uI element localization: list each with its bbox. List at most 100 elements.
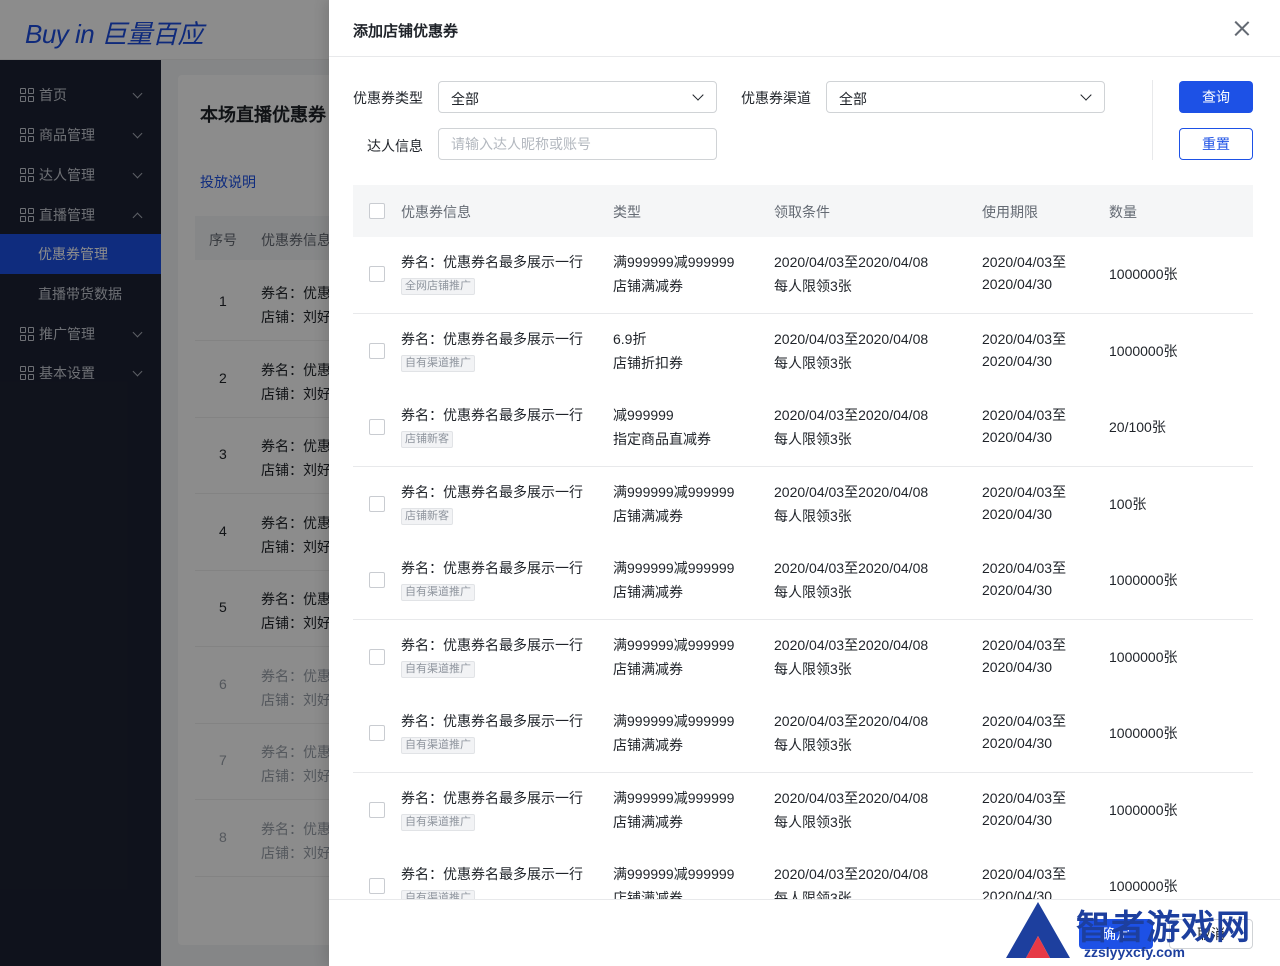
claim-limit: 每人限领3张 xyxy=(774,354,852,371)
coupon-type-value: 满999999减999999 xyxy=(613,789,735,806)
row-checkbox[interactable] xyxy=(369,495,385,512)
table-row[interactable]: 券名：优惠券名最多展示一行 自有渠道推广 6.9折 店铺折扣券 2020/04/03至2… xyxy=(353,313,1253,391)
coupon-tag-wrap: 店铺新客 xyxy=(401,505,453,525)
add-coupon-drawer: 添加店铺优惠券 优惠券类型 全部 优惠券渠道 全部 达人信息 查询 重置 优惠券… xyxy=(329,0,1280,966)
channel-tag: 自有渠道推广 xyxy=(401,737,475,754)
valid-from: 2020/04/03至 xyxy=(982,560,1067,576)
table-row[interactable]: 券名：优惠券名最多展示一行 全网店铺推广 满999999减999999 店铺满减券 20… xyxy=(353,237,1253,314)
coupon-tag-wrap: 自有渠道推广 xyxy=(401,658,475,678)
row-checkbox[interactable] xyxy=(369,342,385,359)
claim-limit: 每人限领3张 xyxy=(774,890,852,899)
channel-tag: 自有渠道推广 xyxy=(401,354,475,372)
claim-period: 2020/04/03至2020/04/08 xyxy=(774,636,929,653)
drawer-header: 添加店铺优惠券 xyxy=(329,0,1280,57)
valid-to: 2020/04/30 xyxy=(982,276,1053,292)
claim-period: 2020/04/03至2020/04/08 xyxy=(774,254,929,270)
table-row[interactable]: 券名：优惠券名最多展示一行 店铺新客 减999999 指定商品直减券 2020/04/0… xyxy=(353,390,1253,467)
coupon-type-select[interactable]: 全部 xyxy=(438,81,717,113)
quantity: 1000000张 xyxy=(1109,266,1178,282)
coupon-tag-wrap: 自有渠道推广 xyxy=(401,811,475,831)
row-checkbox[interactable] xyxy=(369,419,385,435)
claim-period: 2020/04/03至2020/04/08 xyxy=(774,483,929,500)
select-value: 全部 xyxy=(451,91,479,107)
claim-period: 2020/04/03至2020/04/08 xyxy=(774,866,929,882)
channel-tag: 自有渠道推广 xyxy=(401,890,475,899)
coupon-type-value: 满999999减999999 xyxy=(613,483,735,500)
quantity: 1000000张 xyxy=(1109,572,1178,588)
valid-from: 2020/04/03至 xyxy=(982,407,1067,423)
coupon-name: 券名：优惠券名最多展示一行 xyxy=(401,789,583,806)
coupon-tag-wrap: 全网店铺推广 xyxy=(401,275,475,295)
cancel-button[interactable]: 取消 xyxy=(1169,919,1253,949)
row-checkbox[interactable] xyxy=(369,725,385,741)
reset-button[interactable]: 重置 xyxy=(1179,128,1253,160)
coupon-type-name: 店铺满减券 xyxy=(613,584,683,600)
claim-period: 2020/04/03至2020/04/08 xyxy=(774,789,929,806)
row-checkbox[interactable] xyxy=(369,266,385,282)
table-row[interactable]: 券名：优惠券名最多展示一行自有渠道推广 满999999减999999 店铺满减券 20… xyxy=(353,849,1253,899)
drawer-title: 添加店铺优惠券 xyxy=(353,23,459,40)
row-checkbox[interactable] xyxy=(369,572,385,588)
modal-overlay[interactable] xyxy=(0,0,329,966)
coupon-type-name: 指定商品直减券 xyxy=(613,431,711,447)
channel-tag: 自有渠道推广 xyxy=(401,813,475,831)
talent-search-input[interactable] xyxy=(438,128,717,160)
coupon-name: 券名：优惠券名最多展示一行 xyxy=(401,254,583,270)
valid-from: 2020/04/03至 xyxy=(982,254,1067,270)
coupon-name: 券名：优惠券名最多展示一行 xyxy=(401,330,583,347)
valid-from: 2020/04/03至 xyxy=(982,330,1067,347)
quantity: 100张 xyxy=(1109,495,1147,512)
quantity: 1000000张 xyxy=(1109,648,1178,665)
quantity: 1000000张 xyxy=(1109,878,1178,894)
coupon-tag-wrap: 自有渠道推广 xyxy=(401,887,475,899)
valid-to: 2020/04/30 xyxy=(982,735,1053,751)
coupon-table-body: 券名：优惠券名最多展示一行 全网店铺推广 满999999减999999 店铺满减券 20… xyxy=(329,237,1280,899)
table-row[interactable]: 券名：优惠券名最多展示一行 自有渠道推广 满999999减999999 店铺满减券 20… xyxy=(353,772,1253,850)
coupon-tag-wrap: 自有渠道推广 xyxy=(401,581,475,601)
valid-from: 2020/04/03至 xyxy=(982,483,1067,500)
quantity: 1000000张 xyxy=(1109,801,1178,818)
select-all-checkbox[interactable] xyxy=(369,203,385,219)
close-icon[interactable] xyxy=(1234,20,1250,36)
coupon-type-value: 满999999减999999 xyxy=(613,560,735,576)
coupon-type-label: 优惠券类型 xyxy=(353,90,423,106)
table-row[interactable]: 券名：优惠券名最多展示一行 店铺新客 满999999减999999 店铺满减券 2020… xyxy=(353,466,1253,544)
coupon-type-name: 店铺满减券 xyxy=(613,660,683,677)
row-checkbox[interactable] xyxy=(369,801,385,818)
table-row[interactable]: 券名：优惠券名最多展示一行 自有渠道推广 满999999减999999 店铺满减券 20… xyxy=(353,543,1253,620)
valid-from: 2020/04/03至 xyxy=(982,866,1067,882)
column-header: 优惠券信息 xyxy=(401,204,471,220)
coupon-name: 券名：优惠券名最多展示一行 xyxy=(401,560,583,576)
valid-to: 2020/04/30 xyxy=(982,505,1053,522)
coupon-name: 券名：优惠券名最多展示一行 xyxy=(401,636,583,653)
coupon-type-value: 满999999减999999 xyxy=(613,866,735,882)
valid-from: 2020/04/03至 xyxy=(982,789,1067,806)
valid-to: 2020/04/30 xyxy=(982,811,1053,828)
row-checkbox[interactable] xyxy=(369,878,385,894)
claim-limit: 每人限领3张 xyxy=(774,507,852,524)
channel-tag: 全网店铺推广 xyxy=(401,278,475,295)
coupon-type-name: 店铺满减券 xyxy=(613,737,683,753)
table-row[interactable]: 券名：优惠券名最多展示一行 自有渠道推广 满999999减999999 店铺满减券 20… xyxy=(353,696,1253,773)
quantity: 20/100张 xyxy=(1109,419,1166,435)
coupon-type-name: 店铺满减券 xyxy=(613,890,683,899)
quantity: 1000000张 xyxy=(1109,342,1178,359)
coupon-type-value: 满999999减999999 xyxy=(613,254,735,270)
coupon-name: 券名：优惠券名最多展示一行 xyxy=(401,866,583,882)
confirm-button[interactable]: 确定 xyxy=(1079,919,1153,949)
column-header: 领取条件 xyxy=(774,204,830,220)
coupon-name: 券名：优惠券名最多展示一行 xyxy=(401,713,583,729)
claim-limit: 每人限领3张 xyxy=(774,431,852,447)
channel-tag: 店铺新客 xyxy=(401,507,453,525)
channel-tag: 自有渠道推广 xyxy=(401,584,475,601)
quantity: 1000000张 xyxy=(1109,725,1178,741)
coupon-tag-wrap: 自有渠道推广 xyxy=(401,734,475,754)
row-checkbox[interactable] xyxy=(369,648,385,665)
coupon-type-value: 满999999减999999 xyxy=(613,713,735,729)
talent-info-label: 达人信息 xyxy=(367,138,423,154)
query-button[interactable]: 查询 xyxy=(1179,81,1253,113)
table-row[interactable]: 券名：优惠券名最多展示一行 自有渠道推广 满999999减999999 店铺满减券 20… xyxy=(353,619,1253,697)
coupon-channel-select[interactable]: 全部 xyxy=(826,81,1105,113)
chevron-down-icon xyxy=(1080,89,1092,101)
valid-to: 2020/04/30 xyxy=(982,429,1053,445)
